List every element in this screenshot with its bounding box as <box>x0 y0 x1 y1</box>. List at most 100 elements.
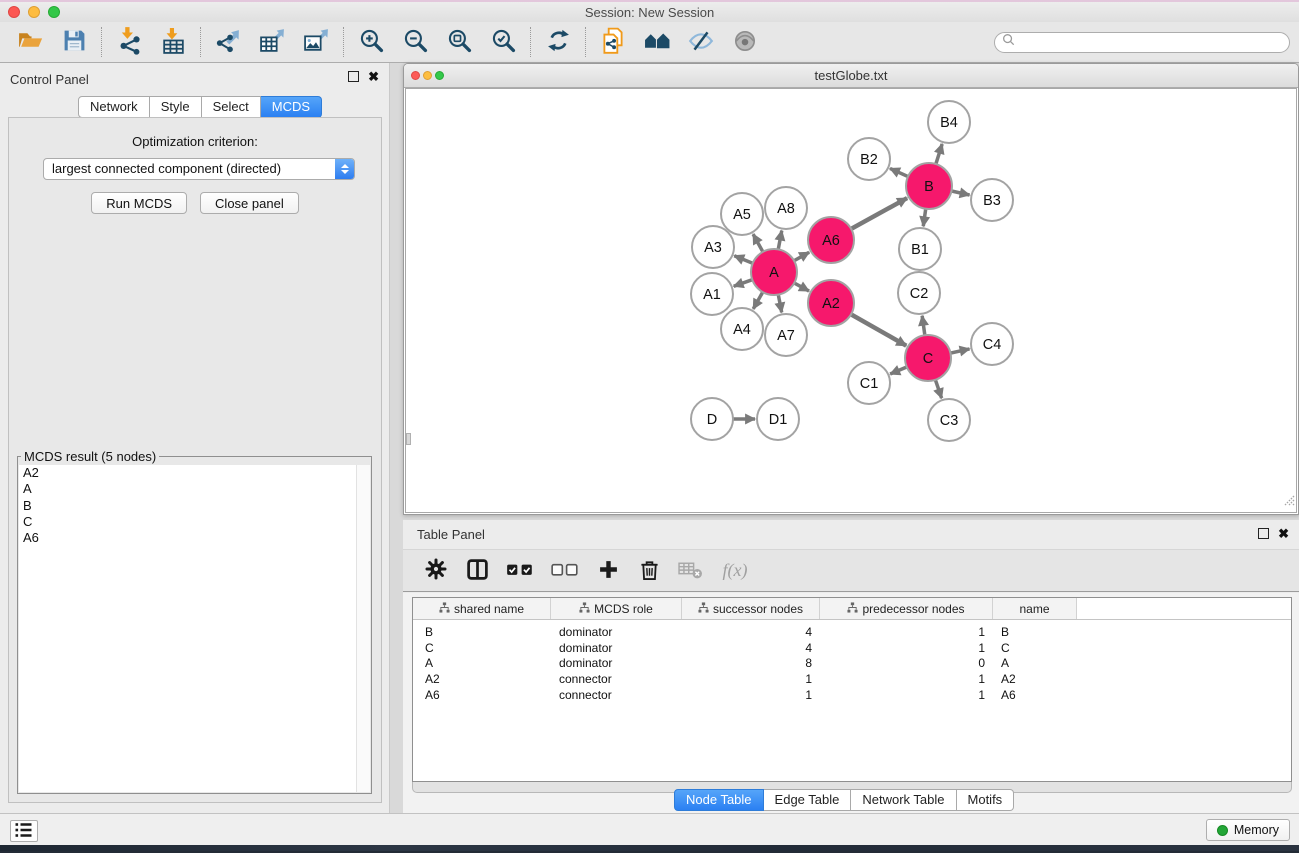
duplicate-network-button[interactable] <box>591 24 635 60</box>
network-window-titlebar[interactable]: testGlobe.txt <box>404 64 1298 88</box>
table-cell[interactable]: dominator <box>551 641 682 655</box>
table-tab-motifs[interactable]: Motifs <box>957 789 1015 811</box>
network-canvas[interactable]: B4B2BB3A8A5A6A3B1AC2A1A2A4A7C4CC1DD1C3 <box>405 88 1297 513</box>
memory-button[interactable]: Memory <box>1206 819 1290 841</box>
mcds-list-scrollbar[interactable] <box>356 465 370 792</box>
table-settings-button[interactable] <box>423 557 449 585</box>
tab-select[interactable]: Select <box>202 96 261 118</box>
node-A6[interactable]: A6 <box>808 217 854 263</box>
network-zoom-button[interactable] <box>435 71 444 80</box>
show-details-button[interactable] <box>723 24 767 60</box>
mcds-result-item[interactable]: A2 <box>19 465 370 481</box>
node-A[interactable]: A <box>751 249 797 295</box>
open-session-button[interactable] <box>8 24 52 60</box>
table-cell[interactable]: 1 <box>820 625 993 639</box>
export-table-button[interactable] <box>250 24 294 60</box>
node-D1[interactable]: D1 <box>757 398 799 440</box>
add-column-button[interactable] <box>595 557 621 585</box>
node-A4[interactable]: A4 <box>721 308 763 350</box>
node-D[interactable]: D <box>691 398 733 440</box>
zoom-in-button[interactable] <box>349 24 393 60</box>
node-C1[interactable]: C1 <box>848 362 890 404</box>
table-cell[interactable]: A2 <box>413 672 551 686</box>
column-header-shared-name[interactable]: shared name <box>413 598 551 619</box>
close-panel-button[interactable]: Close panel <box>200 192 299 214</box>
network-graph[interactable]: B4B2BB3A8A5A6A3B1AC2A1A2A4A7C4CC1DD1C3 <box>406 89 1297 513</box>
search-input[interactable] <box>1019 34 1289 51</box>
table-cell[interactable]: B <box>413 625 551 639</box>
mcds-result-item[interactable]: B <box>19 498 370 514</box>
close-panel-icon[interactable]: ✖ <box>368 71 379 82</box>
table-tab-network-table[interactable]: Network Table <box>851 789 956 811</box>
tab-style[interactable]: Style <box>150 96 202 118</box>
table-tab-edge-table[interactable]: Edge Table <box>764 789 852 811</box>
table-row[interactable]: Bdominator41B <box>413 624 1291 640</box>
table-cell[interactable]: dominator <box>551 656 682 670</box>
delete-column-button[interactable] <box>636 557 662 585</box>
network-close-button[interactable] <box>411 71 420 80</box>
node-A3[interactable]: A3 <box>692 226 734 268</box>
node-A1[interactable]: A1 <box>691 273 733 315</box>
table-cell[interactable]: A <box>413 656 551 670</box>
node-A8[interactable]: A8 <box>765 187 807 229</box>
table-cell[interactable]: 1 <box>820 688 993 702</box>
table-cell[interactable]: C <box>413 641 551 655</box>
table-cell[interactable]: 1 <box>682 688 820 702</box>
network-minimize-button[interactable] <box>423 71 432 80</box>
table-cell[interactable]: 1 <box>682 672 820 686</box>
tab-mcds[interactable]: MCDS <box>261 96 322 118</box>
mcds-result-item[interactable]: A6 <box>19 530 370 546</box>
table-cell[interactable]: A6 <box>993 688 1077 702</box>
node-B[interactable]: B <box>906 163 952 209</box>
resize-grip-icon[interactable] <box>1282 493 1295 511</box>
select-all-rows-button[interactable] <box>505 557 535 585</box>
float-panel-icon[interactable] <box>348 71 359 82</box>
deselect-all-rows-button[interactable] <box>550 557 580 585</box>
table-cell[interactable]: connector <box>551 688 682 702</box>
table-cell[interactable]: 4 <box>682 641 820 655</box>
save-session-button[interactable] <box>52 24 96 60</box>
node-A2[interactable]: A2 <box>808 280 854 326</box>
show-all-networks-button[interactable] <box>635 24 679 60</box>
criterion-select[interactable]: largest connected component (directed) <box>43 158 355 180</box>
show-columns-button[interactable] <box>464 557 490 585</box>
zoom-out-button[interactable] <box>393 24 437 60</box>
table-row[interactable]: Adominator80A <box>413 656 1291 672</box>
close-table-panel-icon[interactable]: ✖ <box>1278 528 1289 539</box>
column-header-successor-nodes[interactable]: successor nodes <box>682 598 820 619</box>
table-cell[interactable]: C <box>993 641 1077 655</box>
table-cell[interactable]: A6 <box>413 688 551 702</box>
node-C[interactable]: C <box>905 335 951 381</box>
export-network-button[interactable] <box>206 24 250 60</box>
float-table-panel-icon[interactable] <box>1258 528 1269 539</box>
table-cell[interactable]: 8 <box>682 656 820 670</box>
table-row[interactable]: Cdominator41C <box>413 640 1291 656</box>
mcds-result-list[interactable]: A2ABCA6 <box>19 465 370 792</box>
import-table-button[interactable] <box>151 24 195 60</box>
task-history-button[interactable] <box>10 820 38 842</box>
node-C4[interactable]: C4 <box>971 323 1013 365</box>
tab-network[interactable]: Network <box>78 96 150 118</box>
node-B4[interactable]: B4 <box>928 101 970 143</box>
node-B1[interactable]: B1 <box>899 228 941 270</box>
select-stepper-icon[interactable] <box>335 159 354 179</box>
node-C2[interactable]: C2 <box>898 272 940 314</box>
column-header-name[interactable]: name <box>993 598 1077 619</box>
hide-details-button[interactable] <box>679 24 723 60</box>
node-A7[interactable]: A7 <box>765 314 807 356</box>
mcds-result-item[interactable]: C <box>19 514 370 530</box>
run-mcds-button[interactable]: Run MCDS <box>91 192 187 214</box>
export-image-button[interactable] <box>294 24 338 60</box>
zoom-fit-button[interactable] <box>437 24 481 60</box>
node-A5[interactable]: A5 <box>721 193 763 235</box>
node-B3[interactable]: B3 <box>971 179 1013 221</box>
import-network-button[interactable] <box>107 24 151 60</box>
mcds-result-item[interactable]: A <box>19 481 370 497</box>
table-cell[interactable]: connector <box>551 672 682 686</box>
table-cell[interactable]: 1 <box>820 672 993 686</box>
column-header-predecessor-nodes[interactable]: predecessor nodes <box>820 598 993 619</box>
node-C3[interactable]: C3 <box>928 399 970 441</box>
table-cell[interactable]: A <box>993 656 1077 670</box>
refresh-button[interactable] <box>536 24 580 60</box>
table-row[interactable]: A6connector11A6 <box>413 687 1291 703</box>
